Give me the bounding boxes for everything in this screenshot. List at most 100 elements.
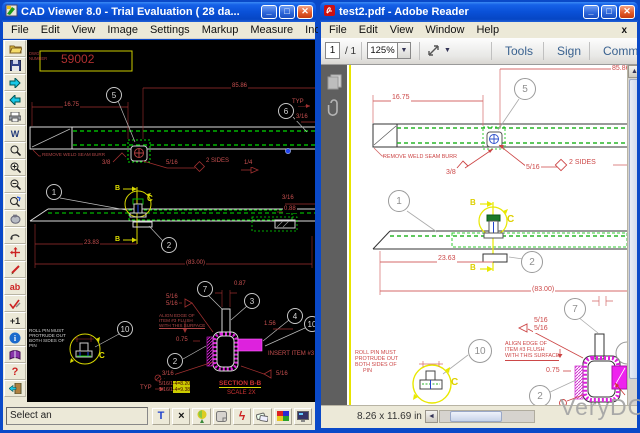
cad-menu-measure[interactable]: Measure — [244, 23, 299, 37]
scroll-left-icon[interactable]: ◄ — [425, 410, 438, 423]
info-icon[interactable]: i — [4, 329, 26, 346]
tag-tool-icon[interactable] — [253, 408, 271, 425]
pdf-minimize-button[interactable]: _ — [583, 5, 599, 19]
pdf-section-b-top: B — [470, 199, 476, 208]
markup-pen-icon[interactable] — [4, 261, 26, 278]
screen-tool-icon[interactable] — [294, 408, 312, 425]
pdf-menu-view[interactable]: View — [384, 23, 420, 37]
cad-minimize-button[interactable]: _ — [261, 5, 277, 19]
detail-c-label-2: C — [99, 352, 105, 361]
balloon-tool-icon[interactable] — [192, 408, 210, 425]
cad-menu-settings[interactable]: Settings — [144, 23, 196, 37]
note-tool-icon[interactable] — [213, 408, 231, 425]
section-b-bottom: B — [115, 236, 120, 244]
note-align-3: WITH THIS SURFACE — [159, 323, 205, 329]
pdf-menu-help[interactable]: Help — [470, 23, 505, 37]
cad-app-icon — [5, 4, 18, 20]
pdf-dim-85-86: 85.86 — [611, 65, 627, 73]
pdf-close-button[interactable]: ✕ — [619, 5, 635, 19]
dim-0-87: 0.87 — [233, 281, 247, 288]
attachments-icon[interactable] — [325, 99, 343, 117]
vertical-scroll-thumb[interactable] — [629, 79, 637, 379]
text-tool-icon[interactable]: T — [152, 408, 170, 425]
weld-3-8: 3/8 — [101, 160, 111, 167]
color-palette-icon[interactable] — [274, 408, 292, 425]
pdf-menu-bar: File Edit View Window Help x — [321, 22, 637, 39]
zoom-level-input[interactable]: 125% — [367, 42, 397, 59]
pdf-balloon-5: 5 — [514, 78, 536, 100]
fit-width-icon[interactable]: W — [4, 125, 26, 142]
zoom-dynamic-icon[interactable] — [4, 193, 26, 210]
page-thumbnails-icon[interactable] — [325, 73, 343, 91]
horizontal-scrollbar[interactable] — [439, 410, 535, 423]
cad-command-prompt[interactable]: Select an — [6, 407, 148, 425]
weld-2-sides: 2 SIDES — [205, 158, 230, 165]
pdf-detail-c-label-2: C — [451, 377, 458, 388]
weld-3-16-bottom: 3/16 — [161, 371, 175, 378]
fit-page-button[interactable]: ▼ — [425, 42, 453, 60]
dim-0-88: 0.88 — [283, 206, 297, 213]
pdf-title-bar[interactable]: test2.pdf - Adobe Reader _ □ ✕ — [320, 2, 638, 22]
open-folder-icon[interactable] — [4, 40, 26, 57]
cad-drawing-canvas[interactable]: DWG. NUMBER 59002 16.75 85.86 TYP 3/16 R… — [27, 40, 315, 402]
verydoc-watermark: VeryDOC — [560, 394, 640, 421]
dwg-number-value: 59002 — [61, 53, 94, 66]
detail-c-label: C — [147, 195, 153, 204]
zoom-dropdown-button[interactable]: ▼ — [397, 42, 411, 59]
layers-icon[interactable]: +1 — [4, 312, 26, 329]
zoom-in-icon[interactable] — [4, 159, 26, 176]
comment-button[interactable]: Comment — [597, 42, 637, 60]
close-markup-icon[interactable]: × — [172, 408, 190, 425]
screenshot-stage: CAD Viewer 8.0 - Trial Evaluation ( 28 d… — [0, 0, 640, 433]
pdf-menu-file[interactable]: File — [323, 23, 353, 37]
cad-close-button[interactable]: ✕ — [297, 5, 313, 19]
publish-book-icon[interactable] — [4, 346, 26, 363]
zoom-icon[interactable] — [4, 142, 26, 159]
sign-button[interactable]: Sign — [551, 42, 587, 60]
undo-icon[interactable] — [4, 227, 26, 244]
horizontal-scroll-thumb[interactable] — [450, 411, 502, 422]
note-remove-burr: REMOVE WELD SEAM BURR — [42, 152, 105, 157]
markup-text-icon[interactable]: ab — [4, 278, 26, 295]
pdf-note-align-3: WITH THIS SURFACE — [505, 354, 559, 361]
scroll-up-icon[interactable]: ▲ — [628, 65, 637, 78]
cad-title-bar[interactable]: CAD Viewer 8.0 - Trial Evaluation ( 28 d… — [2, 2, 316, 22]
cad-menu-edit[interactable]: Edit — [35, 23, 66, 37]
balloon-10-left: 10 — [117, 321, 133, 337]
section-b-top: B — [115, 185, 120, 193]
zoom-out-icon[interactable] — [4, 176, 26, 193]
cad-maximize-button[interactable]: □ — [279, 5, 295, 19]
print-icon[interactable] — [4, 108, 26, 125]
pdf-menu-window[interactable]: Window — [419, 23, 470, 37]
pdf-window-title: test2.pdf - Adobe Reader — [339, 6, 469, 18]
exit-icon[interactable] — [4, 380, 26, 397]
cad-menu-markup[interactable]: Markup — [196, 23, 245, 37]
pdf-menu-edit[interactable]: Edit — [353, 23, 384, 37]
tools-button[interactable]: Tools — [499, 42, 539, 60]
cad-menu-image[interactable]: Image — [101, 23, 144, 37]
page-count-label: / 1 — [345, 46, 356, 57]
pdf-page[interactable]: 16.75 85.86 REMOVE WELD SEAM BURR 3/8 5/… — [347, 65, 627, 405]
next-view-icon[interactable] — [4, 74, 26, 91]
save-icon[interactable] — [4, 57, 26, 74]
cad-menu-view[interactable]: View — [66, 23, 102, 37]
markup-check-icon[interactable] — [4, 295, 26, 312]
pdf-note-roll-pin-4: PIN — [363, 369, 372, 375]
pdf-vertical-scrollbar[interactable]: ▲ ▼ — [627, 65, 637, 405]
pdf-weld-3-8: 3/8 — [445, 169, 457, 177]
pdf-menu-close-doc[interactable]: x — [615, 24, 633, 37]
page-number-input[interactable]: 1 — [325, 42, 340, 59]
cad-drawing-geometry — [27, 40, 315, 402]
redline-tool-icon[interactable]: ϟ — [233, 408, 251, 425]
pdf-balloon-7: 7 — [564, 298, 586, 320]
scale-label: SCALE 2X — [227, 390, 256, 397]
previous-view-icon[interactable] — [4, 91, 26, 108]
adobe-reader-window: test2.pdf - Adobe Reader _ □ ✕ File Edit… — [318, 0, 640, 433]
cad-menu-file[interactable]: File — [5, 23, 35, 37]
cad-toolbar: W ab +1 i ? — [3, 40, 27, 402]
pdf-maximize-button[interactable]: □ — [601, 5, 617, 19]
pan-icon[interactable] — [4, 210, 26, 227]
help-icon[interactable]: ? — [4, 363, 26, 380]
move-icon[interactable] — [4, 244, 26, 261]
page-size-indicator: 8.26 x 11.69 in — [357, 411, 422, 422]
